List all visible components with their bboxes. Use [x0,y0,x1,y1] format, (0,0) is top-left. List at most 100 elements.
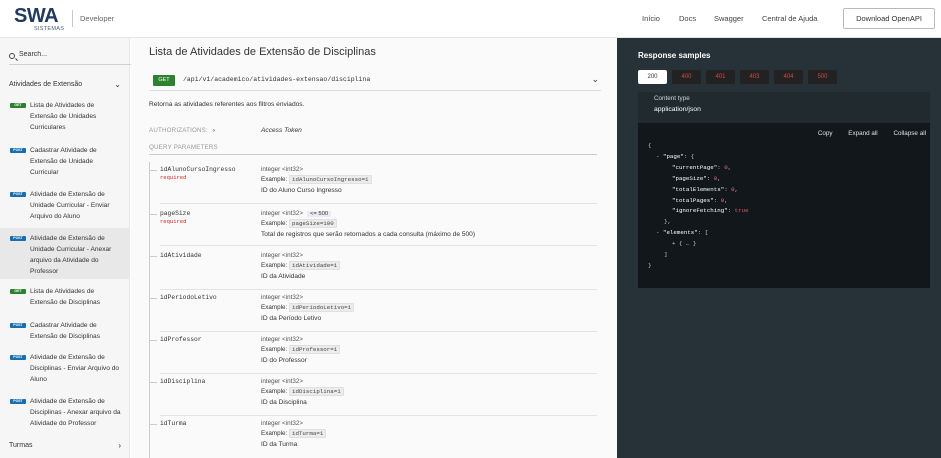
json-line: "totalElements": 0, [648,185,749,196]
json-token: "currentPage" [672,163,718,171]
json-token: true [734,207,749,215]
sidebar-group-label: Turmas [9,442,33,449]
nav-swagger[interactable]: Swagger [714,14,744,23]
param-description: ID do Aluno Curso Ingresso [261,187,342,194]
param-type: integer <int32> [261,166,304,173]
nav-inicio[interactable]: Início [642,14,660,23]
authorizations-toggle[interactable]: AUTHORIZATIONS: › [149,127,215,134]
sidebar-item-active[interactable]: POST Atividade de Extensão de Unidade Cu… [0,228,130,279]
swa-logo[interactable]: SWA SISTEMAS [14,6,76,32]
json-token: { [648,142,652,149]
param-description: ID da Turma [261,441,298,448]
param-example-value: idDisciplina=1 [289,387,344,396]
param-example-label: Example: [261,346,288,353]
param-divider [160,245,597,246]
method-badge: POST [10,323,26,328]
sidebar: Atividades de Extensão ⌄ GET Lista de At… [0,38,131,458]
chevron-down-icon: ⌄ [114,80,121,89]
param-example-label: Example: [261,430,288,437]
param-name: idProfessor [160,336,202,343]
param-description: ID do Professor [261,357,307,364]
tab-401[interactable]: 401 [706,70,735,84]
header-divider [72,10,73,27]
sidebar-item[interactable]: GET Lista de Atividades de Extensão de D… [0,286,130,312]
json-token: , [724,196,728,204]
method-badge: POST [10,355,26,360]
json-token: ] [664,251,668,259]
param-example-label: Example: [261,220,288,227]
json-line: { [648,141,749,152]
param-example-value: idProfessor=1 [289,345,341,354]
json-token: : [727,207,735,215]
tab-400[interactable]: 400 [672,70,701,84]
method-badge: POST [10,192,26,197]
sidebar-item[interactable]: POST Cadastrar Atividade de Extensão de … [0,320,130,346]
nav-central-de-ajuda[interactable]: Central de Ajuda [762,14,817,23]
endpoint-bar[interactable]: GET /api/v1/academico/atividades-extensa… [149,72,601,91]
collapse-all-button[interactable]: Collapse all [893,130,926,137]
sidebar-item-label: Atividade de Extensão de Unidade Curricu… [30,235,112,275]
tab-500[interactable]: 500 [808,70,837,84]
search-icon [9,53,15,59]
response-sample-code: Copy Expand all Collapse all {- "page": … [638,123,930,288]
copy-button[interactable]: Copy [818,130,833,137]
param-description: ID da Período Letivo [261,315,322,322]
tab-200[interactable]: 200 [638,70,667,84]
param-description: ID da Atividade [261,273,306,280]
content-type-box[interactable]: Content type application/json [638,92,930,123]
code-actions: Copy Expand all Collapse all [804,130,926,137]
sidebar-item[interactable]: POST Atividade de Extensão de Unidade Cu… [0,189,130,225]
param-example-value: idAlunoCursoIngresso=1 [289,175,372,184]
sidebar-item[interactable]: POST Atividade de Extensão de Disciplina… [0,396,130,432]
json-token: : [ [697,229,709,237]
json-token: , [727,163,732,171]
tab-403[interactable]: 403 [740,70,769,84]
json-line: "totalPages": 0, [648,196,749,207]
param-type: integer <int32> [261,294,304,301]
query-param: idAlunoCursoIngresso required integer <i… [149,162,597,458]
param-example: Example: idProfessor=1 [261,345,341,354]
param-divider [160,203,597,204]
param-example: Example: idTurma=1 [261,429,327,438]
param-name: idDisciplina [160,378,206,385]
method-badge: GET [10,289,26,294]
json-line: } [648,261,749,272]
sidebar-group-turmas[interactable]: Turmas › [9,441,121,450]
query-parameters-label: QUERY PARAMETERS [149,144,218,151]
http-method-badge: GET [153,75,175,86]
param-example-value: pageSize=100 [289,219,337,228]
json-line: "currentPage": 0, [648,163,749,174]
chevron-right-icon: › [118,441,121,450]
method-badge: POST [10,236,26,241]
json-line: "ignoreFetching": true [648,206,749,217]
param-example-value: idPeriodoLetivo=1 [289,303,355,312]
sidebar-item[interactable]: GET Lista de Atividades de Extensão de U… [0,100,130,136]
param-description: ID da Disciplina [261,399,307,406]
response-samples-title: Response samples [638,51,711,60]
json-token: : [706,174,714,182]
sidebar-item[interactable]: POST Atividade de Extensão de Disciplina… [0,352,130,388]
json-line: "pageSize": 0, [648,174,749,185]
query-param: idPeriodoLetivo integer <int32> Example:… [149,290,597,334]
nav-docs[interactable]: Docs [679,14,696,23]
sidebar-item-label: Cadastrar Atividade de Extensão de Disci… [30,322,101,340]
param-name: idTurma [160,420,187,427]
authorizations-label: AUTHORIZATIONS: [149,127,208,134]
tab-404[interactable]: 404 [774,70,803,84]
chevron-down-icon[interactable]: ⌄ [591,74,599,85]
top-header: SWA SISTEMAS Developer Início Docs Swagg… [0,0,941,38]
json-token: } [648,261,652,269]
search-input[interactable] [19,51,119,58]
param-example-value: idAtividade=1 [289,261,341,270]
json-sample: {- "page": {"currentPage": 0, "pageSize":… [648,141,749,272]
param-type: integer <int32> [261,378,304,385]
json-token: "totalElements" [672,185,725,193]
response-samples-panel: Response samples 200 400 401 403 404 500… [617,38,941,458]
sidebar-item[interactable]: POST Cadastrar Atividade de Extensão de … [0,145,130,181]
download-openapi-button[interactable]: Download OpenAPI [843,8,935,29]
sidebar-group-atividades-de-extensao[interactable]: Atividades de Extensão ⌄ [9,80,121,89]
json-token: , [734,185,739,193]
param-required: required [160,218,187,225]
expand-all-button[interactable]: Expand all [848,130,877,137]
logo-subtext: SISTEMAS [34,26,65,32]
